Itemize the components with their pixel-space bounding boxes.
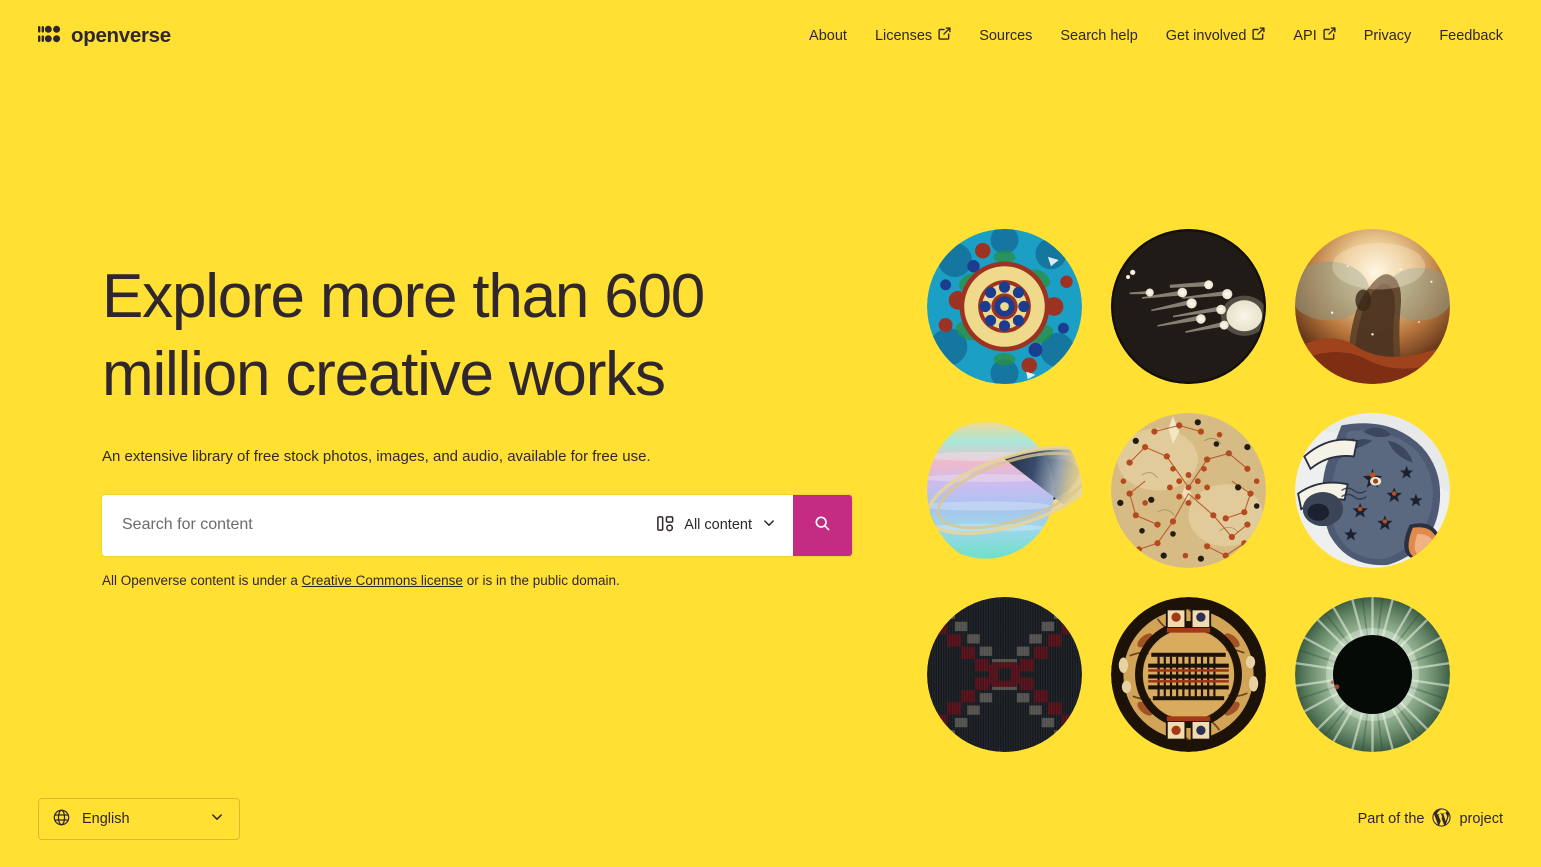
creative-commons-license-link[interactable]: Creative Commons license <box>302 573 463 588</box>
hero-section: Explore more than 600 million creative w… <box>38 72 878 867</box>
nav-item-feedback[interactable]: Feedback <box>1425 23 1503 50</box>
nav-label: API <box>1293 27 1317 44</box>
nav-item-about[interactable]: About <box>795 23 861 50</box>
site-footer: English Part of the project <box>0 771 1541 867</box>
nav-label: Feedback <box>1439 27 1503 44</box>
globe-icon <box>52 808 71 831</box>
nav-item-licenses[interactable]: Licenses <box>861 22 965 50</box>
nav-item-api[interactable]: API <box>1279 22 1349 50</box>
wordpress-logo-icon <box>1432 807 1452 831</box>
content-switcher-icon <box>656 514 675 537</box>
gallery-item-comet-illustration[interactable] <box>1110 228 1266 384</box>
credit-suffix: project <box>1459 811 1503 827</box>
page-title: Explore more than 600 million creative w… <box>102 262 705 410</box>
nav-label: Sources <box>979 27 1033 44</box>
external-link-icon <box>938 27 951 44</box>
gallery-item-woven-textile-x-pattern[interactable] <box>926 596 1082 752</box>
gallery-item-iznik-ceramic-plate[interactable] <box>926 228 1082 384</box>
language-value: English <box>82 811 130 827</box>
nav-label: About <box>809 27 847 44</box>
chevron-down-icon <box>209 809 225 829</box>
main-navigation: About Licenses Sources Search help Get i… <box>795 22 1503 50</box>
main-content: Explore more than 600 million creative w… <box>0 72 1541 867</box>
license-note: All Openverse content is under a Creativ… <box>102 573 878 588</box>
credit-prefix: Part of the <box>1357 811 1425 827</box>
site-header: openverse About Licenses Sources Search … <box>0 0 1541 72</box>
nav-item-privacy[interactable]: Privacy <box>1350 23 1426 50</box>
brand-home-link[interactable]: openverse <box>38 24 171 49</box>
openverse-logo-icon <box>38 24 62 49</box>
nav-label: Get involved <box>1165 27 1247 44</box>
gallery-item-taurus-constellation[interactable] <box>1294 412 1450 568</box>
image-grid <box>920 222 1480 758</box>
content-type-button[interactable]: All content <box>648 494 793 556</box>
search-form: All content <box>102 494 852 556</box>
nav-label: Licenses <box>874 27 933 44</box>
gallery-item-carina-nebula[interactable] <box>1294 228 1450 384</box>
gallery-item-circular-ornament-disc[interactable] <box>1110 596 1266 752</box>
search-submit-button[interactable] <box>793 494 852 556</box>
wordpress-credit: Part of the project <box>1357 807 1503 831</box>
gallery-item-ringed-planet[interactable] <box>926 412 1082 568</box>
nav-item-search-help[interactable]: Search help <box>1046 23 1151 50</box>
external-link-icon <box>1252 27 1265 44</box>
content-type-label: All content <box>684 517 752 534</box>
gallery-item-antique-star-chart[interactable] <box>1110 412 1266 568</box>
license-note-prefix: All Openverse content is under a <box>102 572 302 588</box>
search-input[interactable] <box>102 494 649 556</box>
search-icon <box>813 514 832 536</box>
external-link-icon <box>1323 27 1336 44</box>
nav-label: Search help <box>1060 27 1138 44</box>
nav-item-sources[interactable]: Sources <box>965 23 1046 50</box>
nav-item-get-involved[interactable]: Get involved <box>1152 22 1280 50</box>
hero-subtitle: An extensive library of free stock photo… <box>102 448 651 466</box>
brand-name: openverse <box>71 23 171 47</box>
language-selector[interactable]: English <box>38 798 240 840</box>
nav-label: Privacy <box>1363 27 1412 44</box>
gallery-item-solar-eclipse[interactable] <box>1294 596 1450 752</box>
chevron-down-icon <box>761 515 777 535</box>
license-note-suffix: or is in the public domain. <box>462 572 620 588</box>
